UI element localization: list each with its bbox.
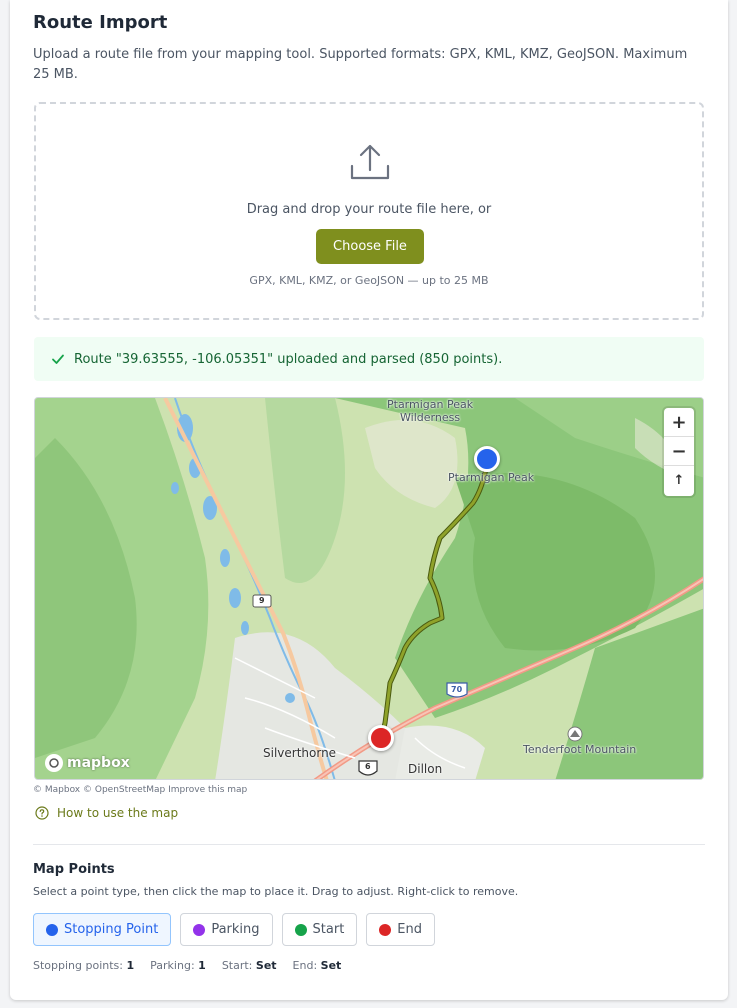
point-type-selector: Stopping Point Parking Start End [33, 913, 444, 946]
map-label-silverthorne: Silverthorne [263, 746, 337, 760]
point-counts: Stopping points: 1 Parking: 1 Start: Set… [33, 959, 357, 972]
map-zoom-controls: + − ↑ [664, 408, 694, 496]
point-type-stopping-point[interactable]: Stopping Point [33, 913, 172, 946]
section-divider [33, 844, 705, 845]
map-label-tenderfoot: Tenderfoot Mountain [523, 743, 637, 756]
end-dot-icon [379, 923, 392, 936]
how-to-use-map-label: How to use the map [57, 806, 179, 820]
map-points-title: Map Points [33, 862, 115, 877]
dropzone-instruction: Drag and drop your route file here, or [246, 202, 492, 217]
end-status: End: Set [292, 959, 342, 972]
stopping-points-count: Stopping points: 1 [33, 959, 135, 972]
start-marker[interactable] [474, 446, 500, 472]
check-icon [52, 354, 64, 364]
point-type-start[interactable]: Start [281, 913, 358, 946]
parking-dot-icon [193, 923, 206, 936]
zoom-out-button[interactable]: − [664, 437, 694, 466]
attribution-improve[interactable]: Improve this map [168, 785, 247, 795]
hwy9-shield-label: 9 [259, 596, 265, 605]
reset-north-button[interactable]: ↑ [664, 466, 694, 495]
point-type-label: Start [312, 922, 345, 937]
zoom-in-button[interactable]: + [664, 408, 694, 437]
i70-shield-label: 70 [451, 685, 463, 694]
end-marker[interactable] [368, 725, 394, 751]
success-message: Route "39.63555, -106.05351" uploaded an… [74, 351, 503, 367]
point-type-label: Stopping Point [64, 922, 159, 937]
point-type-label: Parking [211, 922, 260, 937]
how-to-use-map-link[interactable]: How to use the map [35, 806, 178, 820]
map-label-dillon: Dillon [408, 762, 443, 776]
us6-shield-label: 6 [365, 762, 371, 771]
point-type-end[interactable]: End [366, 913, 436, 946]
attribution-mapbox[interactable]: © Mapbox [33, 785, 80, 795]
page-title: Route Import [33, 12, 168, 33]
attribution-osm[interactable]: © OpenStreetMap [83, 785, 165, 795]
route-map[interactable]: Ptarmigan Peak Wilderness Ptarmigan Peak… [34, 397, 704, 780]
mapbox-logo-text: mapbox [67, 755, 130, 771]
page-description: Upload a route file from your mapping to… [33, 47, 688, 82]
file-dropzone[interactable]: Drag and drop your route file here, or C… [34, 102, 704, 320]
parking-count: Parking: 1 [150, 959, 206, 972]
point-type-parking[interactable]: Parking [180, 913, 273, 946]
map-attribution: © Mapbox © OpenStreetMap Improve this ma… [33, 785, 247, 795]
route-import-card: Route Import Upload a route file from yo… [10, 0, 728, 1000]
start-dot-icon [294, 923, 307, 936]
map-label-peak: Ptarmigan Peak [448, 471, 535, 484]
question-circle-icon [35, 806, 49, 820]
dropzone-hint: GPX, KML, KMZ, or GeoJSON — up to 25 MB [249, 274, 489, 287]
start-status: Start: Set [221, 959, 277, 972]
mapbox-logo[interactable]: mapbox [41, 751, 136, 775]
point-type-label: End [397, 922, 423, 937]
stopping-point-dot-icon [46, 923, 58, 936]
upload-icon [350, 144, 390, 180]
upload-success-alert: Route "39.63555, -106.05351" uploaded an… [34, 337, 704, 381]
map-label-wilderness: Ptarmigan Peak Wilderness [387, 398, 474, 424]
choose-file-button[interactable]: Choose File [316, 229, 424, 264]
map-terrain [35, 398, 703, 779]
map-points-description: Select a point type, then click the map … [33, 885, 519, 898]
mapbox-logo-icon [45, 754, 63, 772]
